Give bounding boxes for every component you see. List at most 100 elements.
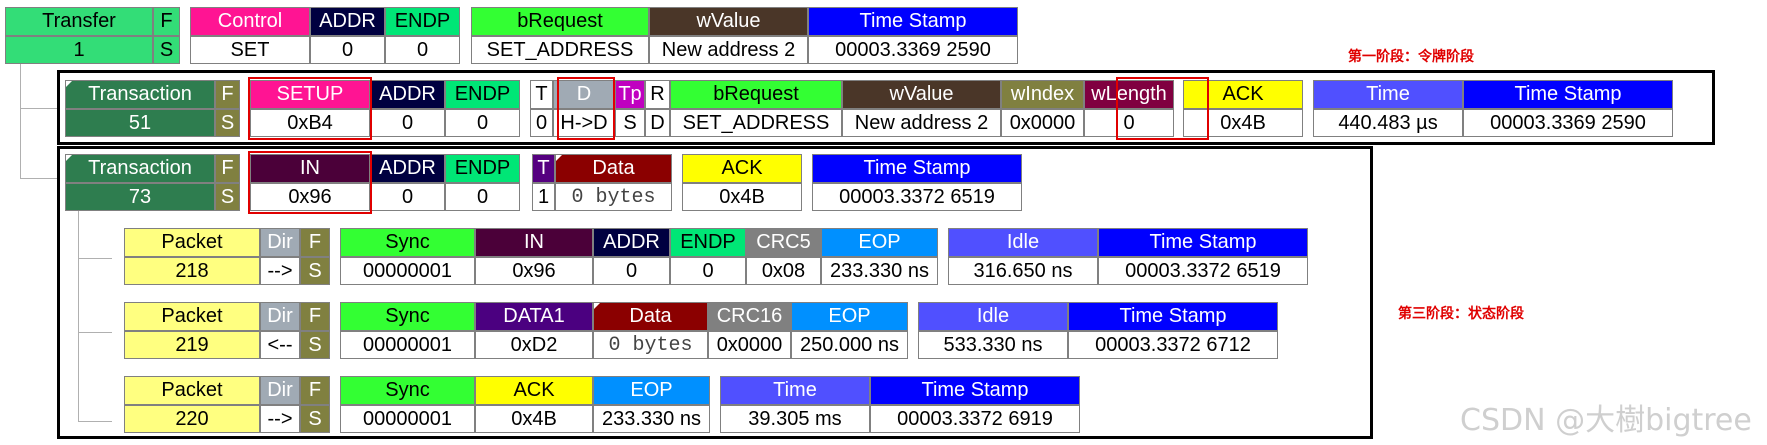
packet218-addr-header: ADDR <box>593 228 670 257</box>
in-transaction-number: 73 <box>65 183 215 211</box>
packet220-timestamp-header: Time Stamp <box>870 376 1080 405</box>
setup-flag: S <box>215 109 240 137</box>
in-t-value: 1 <box>532 183 555 211</box>
tree-line <box>20 58 21 178</box>
transfer-f-header: F <box>153 7 180 36</box>
packet220-time: 39.305 ms <box>720 405 870 433</box>
setup-transaction-number: 51 <box>65 109 215 137</box>
packet220-dir: --> <box>260 405 300 433</box>
packet219-eop: 250.000 ns <box>791 331 908 359</box>
transfer-addr-value: 0 <box>310 36 385 64</box>
transfer-brequest-header: bRequest <box>471 7 649 36</box>
setup-time-header: Time <box>1313 80 1463 109</box>
setup-windex-header: wIndex <box>1001 80 1084 109</box>
transfer-control-header: Control <box>190 7 310 36</box>
packet219-dir: <-- <box>260 331 300 359</box>
packet219-idle: 533.330 ns <box>918 331 1068 359</box>
packet218-sync: 00000001 <box>340 257 475 285</box>
setup-t-value: 0 <box>530 109 553 137</box>
transfer-brequest-value: SET_ADDRESS <box>471 36 649 64</box>
packet219-sync-header: Sync <box>340 302 475 331</box>
in-ack-value: 0x4B <box>682 183 802 211</box>
packet218-pid-header: IN <box>475 228 593 257</box>
transfer-wvalue-value: New address 2 <box>649 36 808 64</box>
transfer-timestamp-header: Time Stamp <box>808 7 1018 36</box>
setup-f-header: F <box>215 80 240 109</box>
in-addr-header: ADDR <box>370 154 445 183</box>
in-t-header: T <box>532 154 555 183</box>
setup-timestamp-value: 00003.3369 2590 <box>1463 109 1673 137</box>
packet219-idle-header: Idle <box>918 302 1068 331</box>
expand-marker-icon <box>556 155 562 161</box>
packet220-pid: 0x4B <box>475 405 593 433</box>
packet219-number: 219 <box>124 331 260 359</box>
in-addr-value: 0 <box>370 183 445 211</box>
setup-endp-header: ENDP <box>445 80 520 109</box>
packet218-pid: 0x96 <box>475 257 593 285</box>
highlight-wlength <box>1116 77 1209 140</box>
packet220-f-header: F <box>300 376 330 405</box>
in-flag: S <box>215 183 240 211</box>
in-endp-header: ENDP <box>445 154 520 183</box>
packet220-pid-header: ACK <box>475 376 593 405</box>
packet218-idle: 316.650 ns <box>948 257 1098 285</box>
transfer-wvalue-header: wValue <box>649 7 808 36</box>
setup-time-value: 440.483 µs <box>1313 109 1463 137</box>
setup-r-header: R <box>645 80 670 109</box>
packet218-flag: S <box>300 257 330 285</box>
setup-t-header: T <box>530 80 553 109</box>
setup-timestamp-header: Time Stamp <box>1463 80 1673 109</box>
setup-addr-header: ADDR <box>370 80 445 109</box>
packet218-eop: 233.330 ns <box>821 257 938 285</box>
packet219-header: Packet <box>124 302 260 331</box>
expand-marker-icon <box>66 81 72 87</box>
packet218-crc5-header: CRC5 <box>746 228 821 257</box>
packet219-timestamp: 00003.3372 6712 <box>1068 331 1278 359</box>
packet219-timestamp-header: Time Stamp <box>1068 302 1278 331</box>
highlight-setup-pid <box>248 77 372 140</box>
setup-brequest-header: bRequest <box>670 80 842 109</box>
setup-windex-value: 0x0000 <box>1001 109 1084 137</box>
packet219-pid-header: DATA1 <box>475 302 593 331</box>
packet219-crc16: 0x0000 <box>708 331 791 359</box>
packet220-number: 220 <box>124 405 260 433</box>
csdn-watermark: CSDN @大樹bigtree <box>1460 403 1752 438</box>
expand-marker-icon <box>594 303 600 309</box>
packet218-addr: 0 <box>593 257 670 285</box>
packet219-flag: S <box>300 331 330 359</box>
packet218-timestamp-header: Time Stamp <box>1098 228 1308 257</box>
packet219-eop-header: EOP <box>791 302 908 331</box>
transfer-header: Transfer <box>5 7 153 36</box>
stage1-annotation: 第一阶段：令牌阶段 <box>1348 49 1474 65</box>
tree-line <box>20 108 57 109</box>
packet218-header: Packet <box>124 228 260 257</box>
packet219-pid: 0xD2 <box>475 331 593 359</box>
highlight-direction <box>557 77 615 140</box>
setup-r-value: D <box>645 109 670 137</box>
in-transaction-header: Transaction <box>65 154 215 183</box>
packet220-timestamp: 00003.3372 6919 <box>870 405 1080 433</box>
transfer-number: 1 <box>5 36 153 64</box>
packet219-dir-header: Dir <box>260 302 300 331</box>
setup-tp-value: S <box>615 109 645 137</box>
packet218-endp-header: ENDP <box>670 228 746 257</box>
transfer-endp-header: ENDP <box>385 7 460 36</box>
setup-transaction-header: Transaction <box>65 80 215 109</box>
packet218-idle-header: Idle <box>948 228 1098 257</box>
setup-brequest-value: SET_ADDRESS <box>670 109 842 137</box>
packet220-flag: S <box>300 405 330 433</box>
packet218-dir-header: Dir <box>260 228 300 257</box>
transfer-control-value: SET <box>190 36 310 64</box>
highlight-in-pid <box>248 151 372 214</box>
packet219-data: 0 bytes <box>593 331 708 359</box>
packet220-time-header: Time <box>720 376 870 405</box>
packet219-sync: 00000001 <box>340 331 475 359</box>
packet220-sync: 00000001 <box>340 405 475 433</box>
packet219-data-header: Data <box>593 302 708 331</box>
expand-marker-icon <box>66 155 72 161</box>
packet218-timestamp: 00003.3372 6519 <box>1098 257 1308 285</box>
packet218-eop-header: EOP <box>821 228 938 257</box>
transfer-addr-header: ADDR <box>310 7 385 36</box>
packet220-dir-header: Dir <box>260 376 300 405</box>
packet218-endp: 0 <box>670 257 746 285</box>
